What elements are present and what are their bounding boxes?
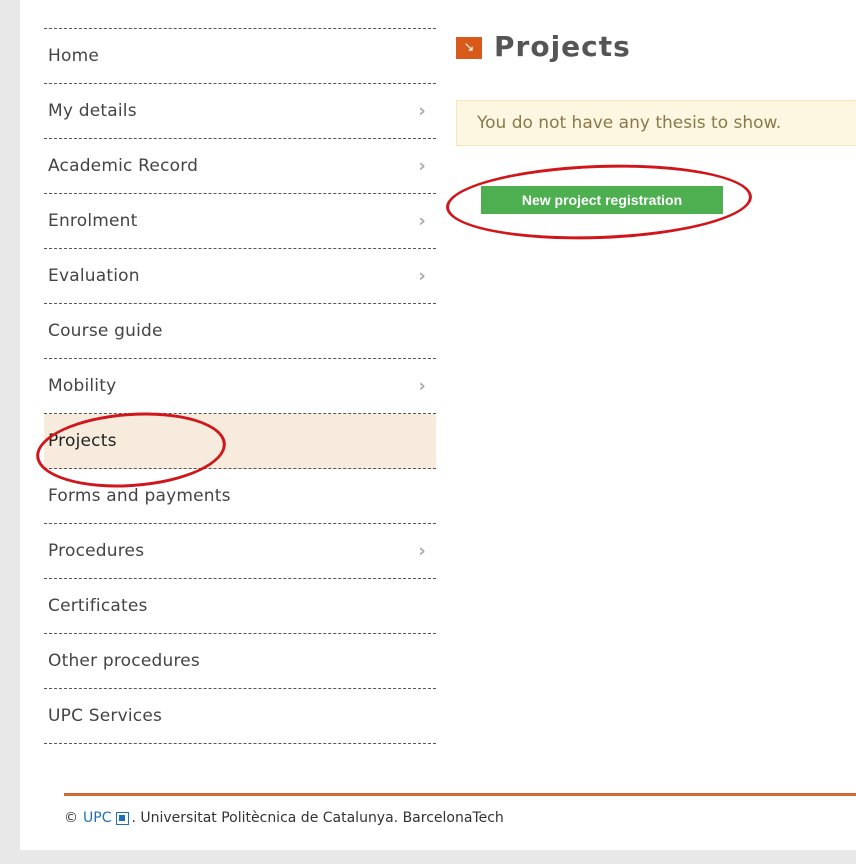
sidebar-item-label: Course guide <box>48 321 163 341</box>
sidebar-item-label: Other procedures <box>48 651 200 671</box>
sidebar-menu: Home My details › Academic Record › Enrolm… <box>44 28 436 744</box>
sidebar-item-my-details[interactable]: My details › <box>44 84 436 139</box>
chevron-right-icon: › <box>418 375 426 397</box>
sidebar-item-home[interactable]: Home <box>44 29 436 84</box>
chevron-right-icon: › <box>418 210 426 232</box>
sidebar-item-label: Mobility <box>48 376 117 396</box>
sidebar-item-course-guide[interactable]: Course guide <box>44 304 436 359</box>
sidebar-item-label: Enrolment <box>48 211 138 231</box>
sidebar-item-other-procedures[interactable]: Other procedures <box>44 634 436 689</box>
sidebar-item-enrolment[interactable]: Enrolment › <box>44 194 436 249</box>
chevron-right-icon: › <box>418 155 426 177</box>
sidebar-item-certificates[interactable]: Certificates <box>44 579 436 634</box>
sidebar-item-label: Home <box>48 46 100 66</box>
arrow-down-right-icon: ↘ <box>456 36 482 59</box>
upc-link[interactable]: UPC <box>83 810 111 826</box>
external-link-icon[interactable] <box>116 811 130 825</box>
sidebar-item-academic-record[interactable]: Academic Record › <box>44 139 436 194</box>
sidebar-item-label: Forms and payments <box>48 486 231 506</box>
empty-notice: You do not have any thesis to show. <box>456 100 856 146</box>
new-project-registration-button[interactable]: New project registration <box>481 186 723 214</box>
sidebar-item-label: Evaluation <box>48 266 140 286</box>
sidebar-item-label: Projects <box>48 431 117 451</box>
page-header: ↘ Projects <box>456 30 631 63</box>
sidebar-item-upc-services[interactable]: UPC Services <box>44 689 436 744</box>
sidebar-item-label: Academic Record <box>48 156 199 176</box>
sidebar-item-evaluation[interactable]: Evaluation › <box>44 249 436 304</box>
chevron-right-icon: › <box>418 540 426 562</box>
sidebar-item-label: UPC Services <box>48 706 163 726</box>
sidebar-item-mobility[interactable]: Mobility › <box>44 359 436 414</box>
footer: © UPC . Universitat Politècnica de Catal… <box>64 810 504 826</box>
footer-text: . Universitat Politècnica de Catalunya. … <box>131 810 504 826</box>
page-title: Projects <box>494 30 631 63</box>
copyright-symbol: © <box>64 810 78 826</box>
chevron-right-icon: › <box>418 100 426 122</box>
sidebar-item-label: My details <box>48 101 137 121</box>
sidebar-item-forms-and-payments[interactable]: Forms and payments <box>44 469 436 524</box>
sidebar-item-label: Procedures <box>48 541 145 561</box>
sidebar-item-projects[interactable]: Projects <box>44 414 436 469</box>
sidebar-item-procedures[interactable]: Procedures › <box>44 524 436 579</box>
sidebar-item-label: Certificates <box>48 596 148 616</box>
footer-divider <box>64 793 856 796</box>
chevron-right-icon: › <box>418 265 426 287</box>
